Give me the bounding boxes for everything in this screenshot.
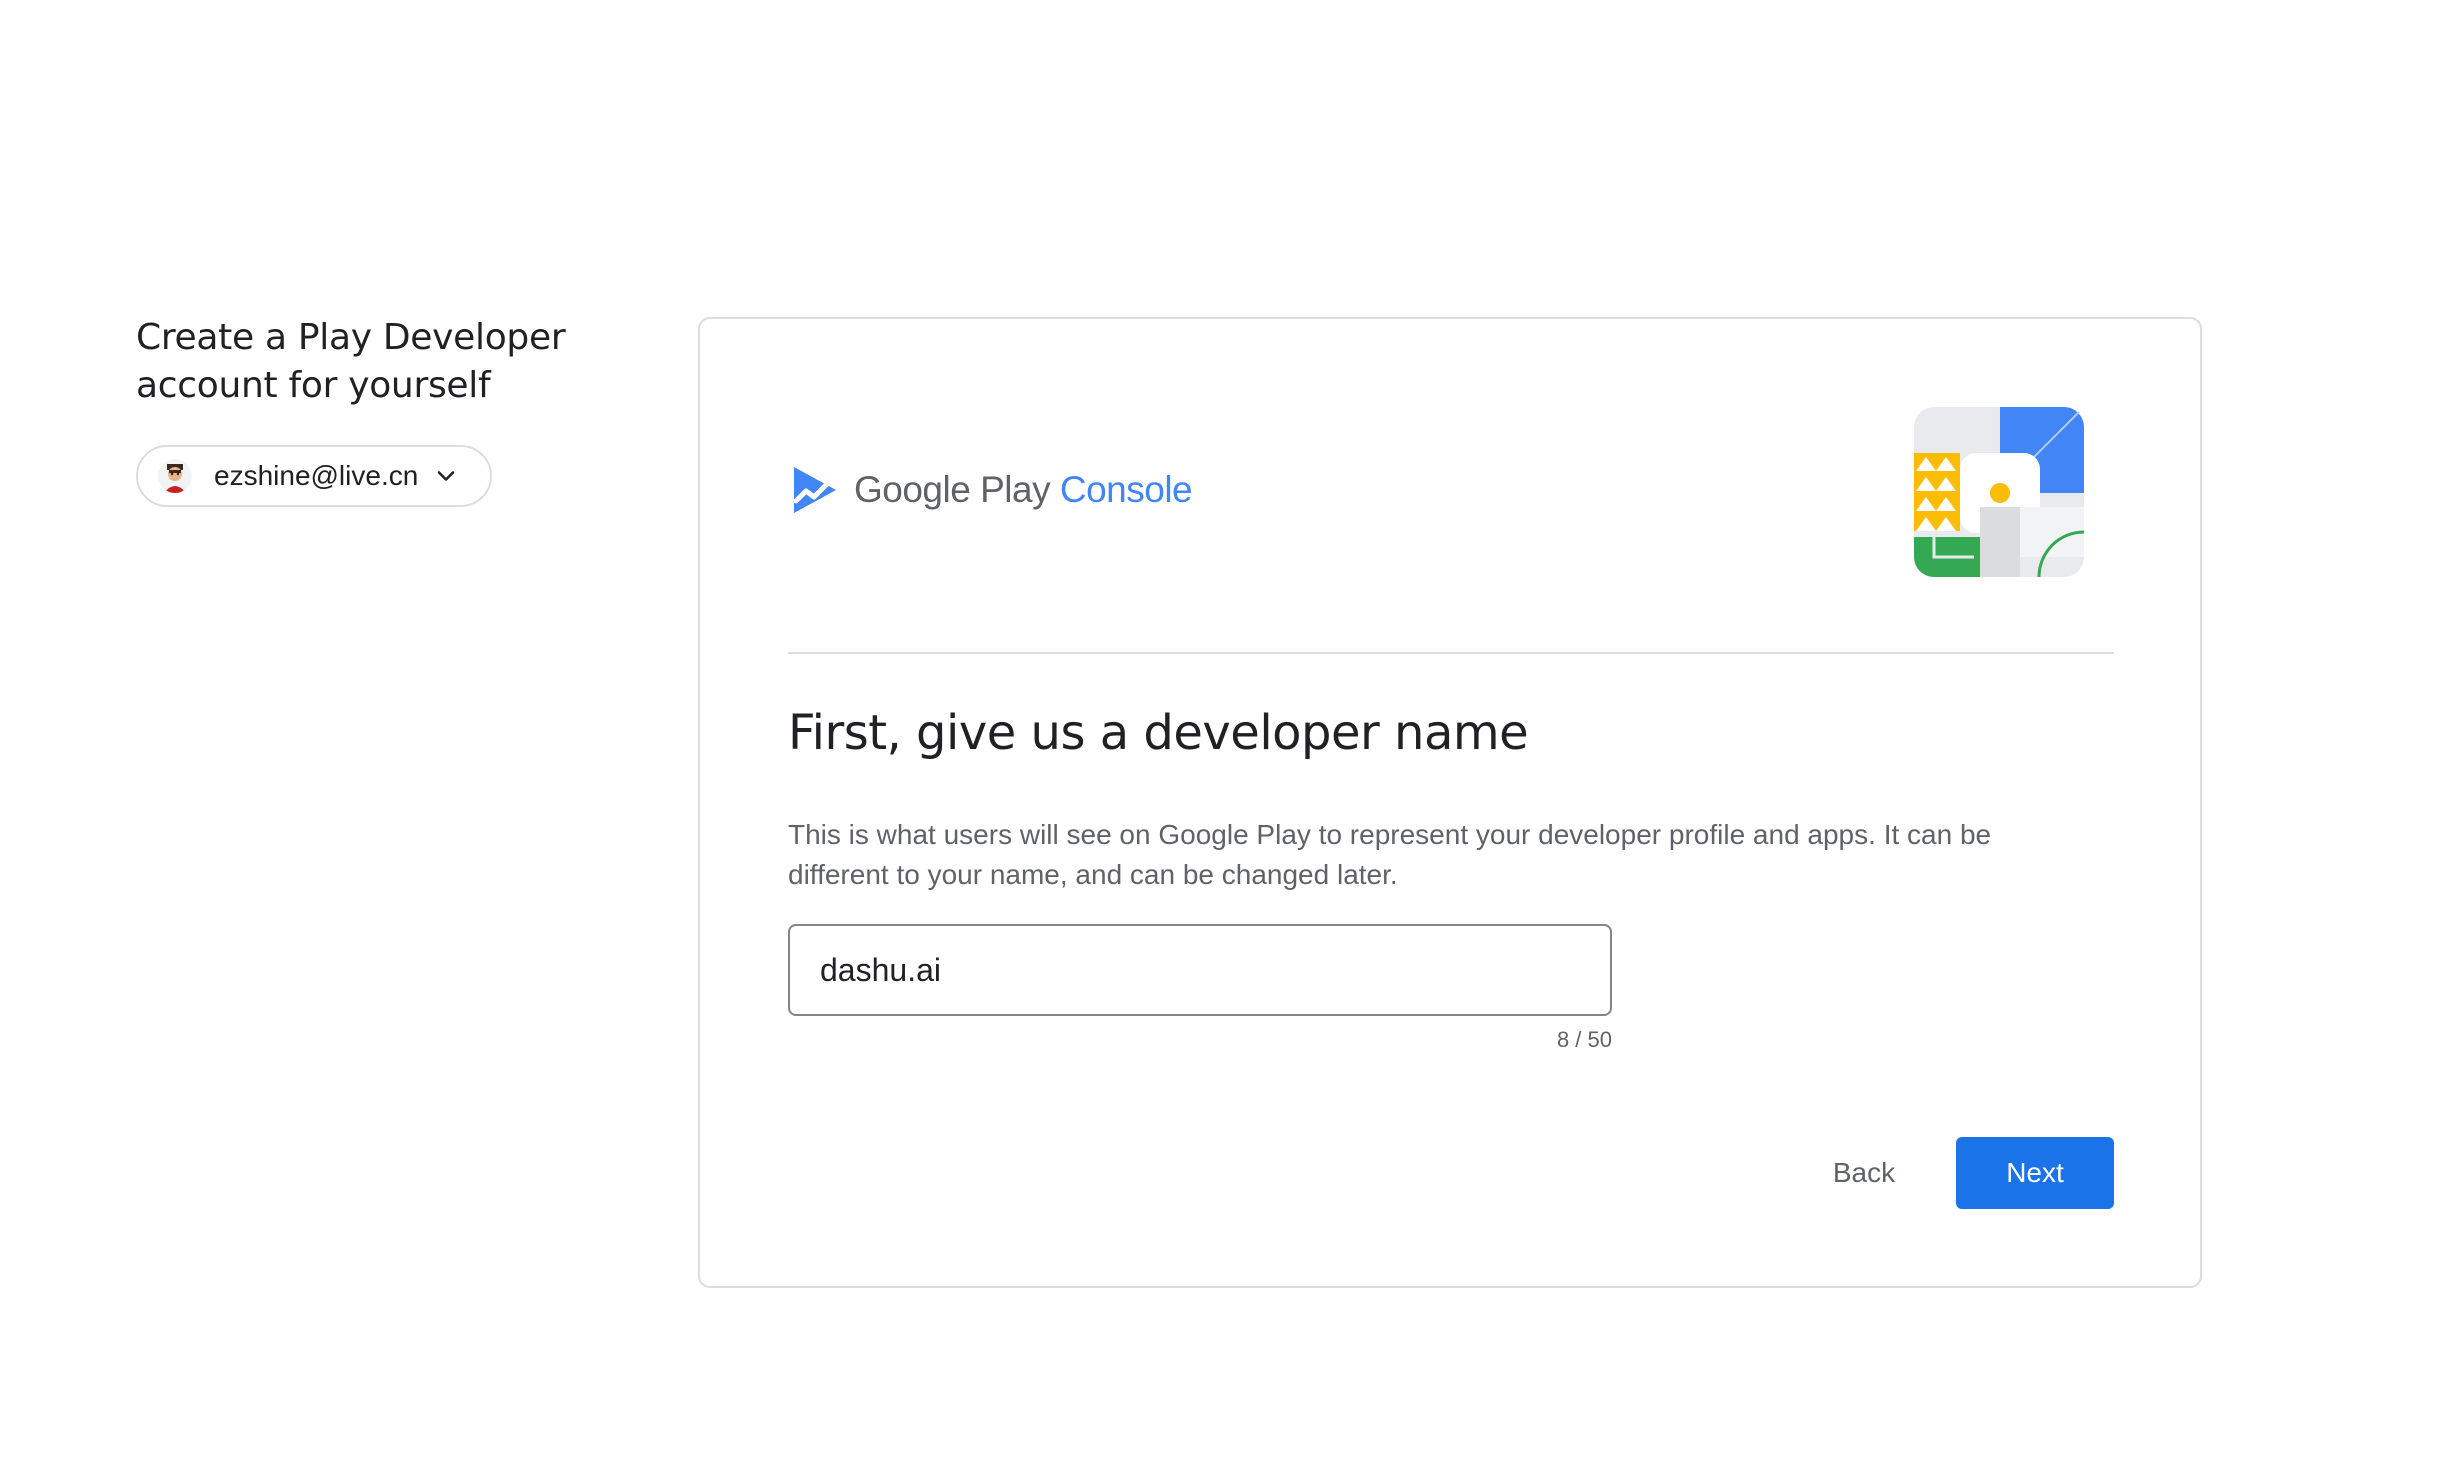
- developer-name-input[interactable]: [788, 924, 1612, 1016]
- next-button[interactable]: Next: [1956, 1137, 2114, 1209]
- avatar-icon: [158, 459, 192, 493]
- chevron-down-icon: [438, 471, 455, 481]
- account-switcher[interactable]: ezshine@live.cn: [136, 445, 492, 507]
- play-console-logo: Google Play Console: [790, 465, 1193, 515]
- account-email: ezshine@live.cn: [214, 460, 419, 491]
- developer-illustration: [1914, 407, 2084, 577]
- step-heading: First, give us a developer name: [788, 705, 1529, 761]
- developer-name-card: Google Play Console First, give us a dev…: [698, 317, 2202, 1288]
- logo-brand-text: Google Play: [854, 469, 1051, 510]
- character-counter: 8 / 50: [1556, 1027, 1612, 1052]
- page-title: Create a Play Developer account for your…: [136, 317, 566, 406]
- divider: [788, 652, 2114, 654]
- play-console-logo-icon: [793, 467, 836, 513]
- step-description: This is what users will see on Google Pl…: [788, 819, 1992, 890]
- back-button[interactable]: Back: [1804, 1137, 1924, 1209]
- logo-product-text: Console: [1059, 469, 1193, 510]
